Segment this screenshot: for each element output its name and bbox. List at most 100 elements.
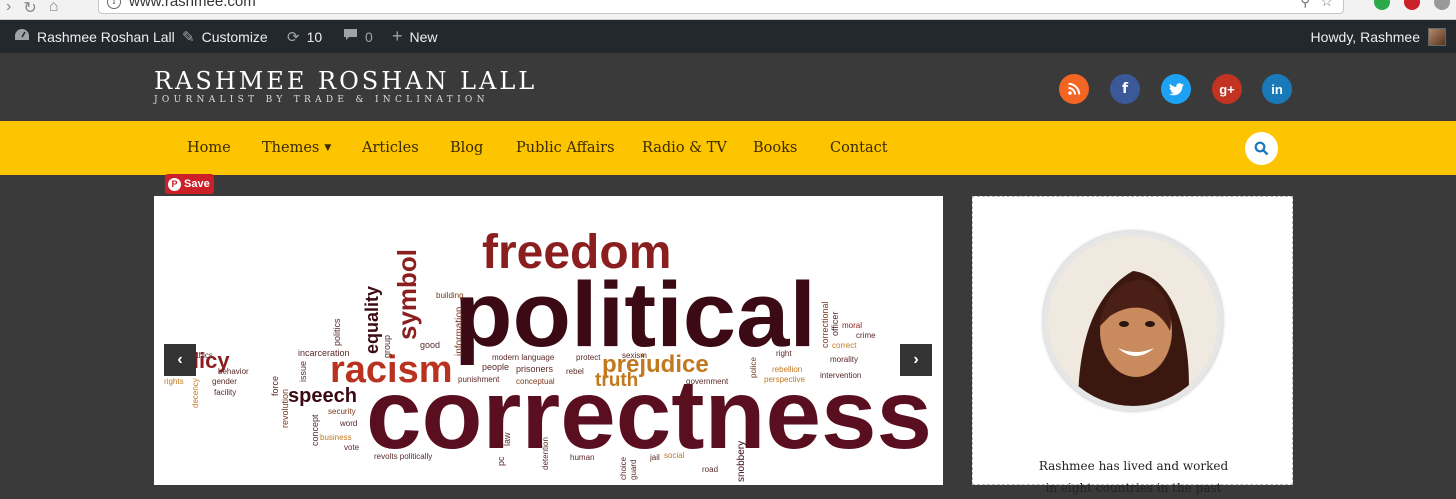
word-conceptual: conceptual xyxy=(516,377,555,386)
word-correct: correct xyxy=(832,341,857,350)
word-protect: protect xyxy=(576,353,601,362)
admin-comments-link[interactable]: 0 xyxy=(343,20,373,53)
zoom-icon[interactable]: ⚲ xyxy=(1300,0,1310,10)
howdy-text[interactable]: Howdy, Rashmee xyxy=(1311,29,1420,45)
word-snobbery: snobbery xyxy=(736,441,747,482)
bookmark-star-icon[interactable]: ☆ xyxy=(1320,0,1333,10)
word-detention: detention xyxy=(541,437,550,470)
site-header: RASHMEE ROSHAN LALL JOURNALIST BY TRADE … xyxy=(0,53,1456,121)
reload-icon[interactable]: ↻ xyxy=(23,0,36,18)
admin-site-name[interactable]: Rashmee Roshan Lall xyxy=(37,29,175,45)
word-symbol: symbol xyxy=(392,249,422,340)
facebook-icon[interactable]: f xyxy=(1110,74,1140,104)
chevron-right-icon[interactable]: › xyxy=(913,351,918,369)
url-text[interactable]: www.rashmee.com xyxy=(129,0,256,10)
slider-next-button[interactable]: › xyxy=(900,344,932,376)
admin-new-label[interactable]: New xyxy=(410,29,438,45)
word-human: human xyxy=(570,453,594,462)
admin-updates-count[interactable]: 10 xyxy=(307,29,323,45)
admin-customize-link[interactable]: ✎ Customize xyxy=(182,20,268,53)
word-people: people xyxy=(482,362,509,372)
word-revolts-politically: revolts politically xyxy=(374,452,432,461)
slider-prev-button[interactable]: ‹ xyxy=(164,344,196,376)
word-truth: truth xyxy=(595,370,638,391)
author-bio: Rashmee has lived and worked in eight co… xyxy=(973,455,1294,499)
word-perspective: perspective xyxy=(764,375,805,384)
back-icon[interactable]: › xyxy=(6,0,11,18)
browser-toolbar: › ↻ ⌂ i www.rashmee.com ⚲ ☆ xyxy=(0,0,1456,20)
comment-icon xyxy=(343,28,358,45)
word-intervention: intervention xyxy=(820,371,861,380)
linkedin-icon[interactable]: in xyxy=(1262,74,1292,104)
nav-item-contact[interactable]: Contact xyxy=(830,121,888,175)
word-behavior: behavior xyxy=(218,367,249,376)
sidebar-about-widget: Rashmee has lived and worked in eight co… xyxy=(972,196,1293,495)
chevron-left-icon[interactable]: ‹ xyxy=(177,351,182,369)
nav-item-radio-tv[interactable]: Radio & TV xyxy=(642,121,727,175)
nav-item-books[interactable]: Books xyxy=(753,121,797,175)
info-icon[interactable]: i xyxy=(107,0,121,9)
updates-icon: ⟳ xyxy=(287,28,300,46)
word-business: business xyxy=(320,433,352,442)
nav-item-articles[interactable]: Articles xyxy=(362,121,419,175)
site-title[interactable]: RASHMEE ROSHAN LALL xyxy=(154,67,537,95)
featured-slider: freedom political correctness racism pre… xyxy=(154,196,943,485)
address-bar-actions: ⚲ ☆ xyxy=(1300,0,1333,10)
nav-item-themes-label[interactable]: Themes xyxy=(262,140,319,156)
avatar[interactable] xyxy=(1428,27,1446,46)
word-prisoners: prisoners xyxy=(516,364,554,374)
word-morality: morality xyxy=(830,355,858,364)
wp-admin-bar: Rashmee Roshan Lall ✎ Customize ⟳ 10 0 +… xyxy=(0,20,1456,53)
pinterest-save-label[interactable]: Save xyxy=(184,178,210,190)
word-concept: concept xyxy=(310,414,320,446)
word-rebellion: rebellion xyxy=(772,365,802,374)
nav-item-public-affairs[interactable]: Public Affairs xyxy=(516,121,615,175)
admin-customize-label[interactable]: Customize xyxy=(202,29,268,45)
search-button[interactable] xyxy=(1245,132,1278,165)
word-correctional: correctional xyxy=(820,301,830,348)
word-vote: vote xyxy=(344,443,360,452)
word-right: right xyxy=(776,349,792,358)
nav-item-blog[interactable]: Blog xyxy=(450,121,483,175)
word-good: good xyxy=(420,340,440,350)
twitter-icon[interactable] xyxy=(1161,74,1191,104)
word-jail: jail xyxy=(649,453,660,462)
word-building: building xyxy=(436,291,464,300)
word-officer: officer xyxy=(830,312,840,336)
home-icon[interactable]: ⌂ xyxy=(49,0,59,18)
admin-account-menu[interactable]: Howdy, Rashmee xyxy=(1311,20,1446,53)
word-force: force xyxy=(270,376,280,396)
bio-line: in eight countries in the past xyxy=(1045,481,1222,495)
admin-new-link[interactable]: + New xyxy=(392,20,438,53)
nav-item-home[interactable]: Home xyxy=(187,121,231,175)
word-group: group xyxy=(382,335,392,358)
word-moral: moral xyxy=(842,321,862,330)
address-bar[interactable]: i www.rashmee.com ⚲ ☆ xyxy=(98,0,1344,14)
main-nav: Home Themes ▼ Articles Blog Public Affai… xyxy=(0,121,1456,175)
word-sexism: sexism xyxy=(622,351,647,360)
word-pc: pc xyxy=(496,456,506,466)
word-modern-language: modern language xyxy=(492,353,555,362)
extension-green-icon[interactable] xyxy=(1374,0,1390,10)
word-road: road xyxy=(702,465,718,474)
admin-site-link[interactable]: Rashmee Roshan Lall xyxy=(14,20,175,53)
nav-item-themes[interactable]: Themes ▼ xyxy=(262,121,331,175)
admin-comments-count[interactable]: 0 xyxy=(365,29,373,45)
dashboard-icon xyxy=(14,28,30,46)
word-choice: choice xyxy=(619,456,628,480)
brush-icon: ✎ xyxy=(182,28,195,46)
extension-gray-icon[interactable] xyxy=(1434,0,1450,10)
word-facility: facility xyxy=(214,388,236,397)
word-word: word xyxy=(339,419,357,428)
rss-icon[interactable] xyxy=(1059,74,1089,104)
caret-down-icon[interactable]: ▼ xyxy=(324,143,331,153)
admin-updates-link[interactable]: ⟳ 10 xyxy=(287,20,322,53)
word-equality: equality xyxy=(362,286,382,354)
pinterest-extension-icon[interactable] xyxy=(1404,0,1420,10)
plus-icon: + xyxy=(392,26,403,46)
pinterest-save-button[interactable]: P Save xyxy=(165,174,214,194)
google-plus-icon[interactable]: g+ xyxy=(1212,74,1242,104)
search-icon xyxy=(1254,141,1269,156)
word-politics: politics xyxy=(332,318,342,346)
word-security: security xyxy=(328,407,356,416)
